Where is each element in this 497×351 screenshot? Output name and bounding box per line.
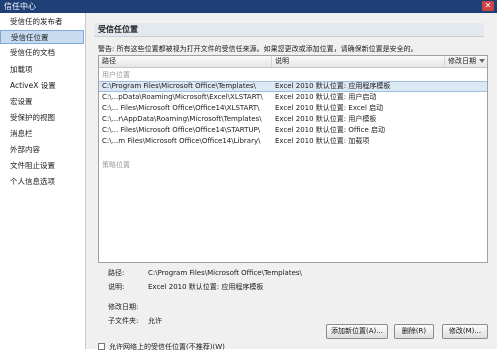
table-row[interactable]: C:\...m Files\Microsoft Office\Office14\… <box>99 136 487 147</box>
detail-path-label: 路径: <box>108 269 125 277</box>
title-bar: 信任中心 ✕ <box>0 0 497 13</box>
section-title: 受信任位置 <box>94 23 484 37</box>
row-path: C:\...m Files\Microsoft Office\Office14\… <box>102 137 261 145</box>
sidebar-item-privacy-options[interactable]: 个人信息选项 <box>0 175 84 189</box>
detail-description-label: 说明: <box>108 283 125 291</box>
main-panel: 受信任位置 警告: 所有这些位置都被视为打开文件的受信任来源。如果您更改或添加位… <box>86 13 497 351</box>
detail-path-value: C:\Program Files\Microsoft Office\Templa… <box>148 269 302 277</box>
sidebar-item-activex-settings[interactable]: ActiveX 设置 <box>0 79 84 93</box>
remove-button[interactable]: 删除(R) <box>394 324 434 339</box>
sidebar-item-file-block-settings[interactable]: 文件阻止设置 <box>0 159 84 173</box>
table-row[interactable]: C:\...r\AppData\Roaming\Microsoft\Templa… <box>99 114 487 125</box>
sort-arrow-icon <box>479 59 485 63</box>
row-path: C:\... Files\Microsoft Office\Office14\X… <box>102 104 260 112</box>
sidebar-item-trusted-documents[interactable]: 受信任的文档 <box>0 46 84 60</box>
column-header-description[interactable]: 说明 <box>272 56 445 67</box>
table-row[interactable]: C:\... Files\Microsoft Office\Office14\S… <box>99 125 487 136</box>
sidebar-item-external-content[interactable]: 外部内容 <box>0 143 84 157</box>
sidebar-item-macro-settings[interactable]: 宏设置 <box>0 95 84 109</box>
dialog-body: 受信任的发布者 受信任位置 受信任的文档 加载项 ActiveX 设置 宏设置 … <box>0 13 497 351</box>
table-row[interactable]: C:\Program Files\Microsoft Office\Templa… <box>99 81 487 92</box>
add-new-location-button[interactable]: 添加新位置(A)... <box>326 324 388 339</box>
trusted-locations-list[interactable]: 路径 说明 修改日期 用户位置 C:\Program Files\Microso… <box>98 55 488 263</box>
row-description: Excel 2010 默认位置: 用户启动 <box>275 93 377 101</box>
row-description: Excel 2010 默认位置: 用户模板 <box>275 115 377 123</box>
detail-description-value: Excel 2010 默认位置: 应用程序模板 <box>148 283 264 291</box>
sidebar-item-protected-view[interactable]: 受保护的视图 <box>0 111 84 125</box>
sidebar-item-trusted-locations[interactable]: 受信任位置 <box>0 30 84 44</box>
allow-network-locations-label: 允许网络上的受信任位置(不推荐)(W) <box>109 343 225 351</box>
row-description: Excel 2010 默认位置: Office 启动 <box>275 126 386 134</box>
sidebar-item-message-bar[interactable]: 消息栏 <box>0 127 84 141</box>
sidebar-item-add-ins[interactable]: 加载项 <box>0 63 84 77</box>
table-row[interactable]: C:\... Files\Microsoft Office\Office14\X… <box>99 103 487 114</box>
modify-button[interactable]: 修改(M)... <box>442 324 488 339</box>
column-header-date-modified[interactable]: 修改日期 <box>445 56 487 67</box>
row-path: C:\... Files\Microsoft Office\Office14\S… <box>102 126 261 134</box>
group-label-policy-locations: 策略位置 <box>102 161 130 169</box>
row-description: Excel 2010 默认位置: 加载项 <box>275 137 370 145</box>
warning-text: 警告: 所有这些位置都被视为打开文件的受信任来源。如果您更改或添加位置，请确保新… <box>98 45 418 53</box>
column-header-date-label: 修改日期 <box>448 57 476 65</box>
row-path: C:\...r\AppData\Roaming\Microsoft\Templa… <box>102 115 262 123</box>
group-label-user-locations: 用户位置 <box>102 71 130 79</box>
table-row[interactable]: C:\...pData\Roaming\Microsoft\Excel\XLST… <box>99 92 487 103</box>
column-header-path[interactable]: 路径 <box>99 56 272 67</box>
detail-subfolders-value: 允许 <box>148 317 162 325</box>
sidebar: 受信任的发布者 受信任位置 受信任的文档 加载项 ActiveX 设置 宏设置 … <box>0 13 86 349</box>
sidebar-item-trusted-publishers[interactable]: 受信任的发布者 <box>0 15 84 29</box>
row-description: Excel 2010 默认位置: Excel 启动 <box>275 104 384 112</box>
detail-subfolders-label: 子文件夹: <box>108 317 139 325</box>
row-path: C:\...pData\Roaming\Microsoft\Excel\XLST… <box>102 93 263 101</box>
window-title: 信任中心 <box>4 2 36 11</box>
close-icon[interactable]: ✕ <box>482 1 494 11</box>
detail-date-label: 修改日期: <box>108 303 139 311</box>
list-header: 路径 说明 修改日期 <box>99 56 487 68</box>
